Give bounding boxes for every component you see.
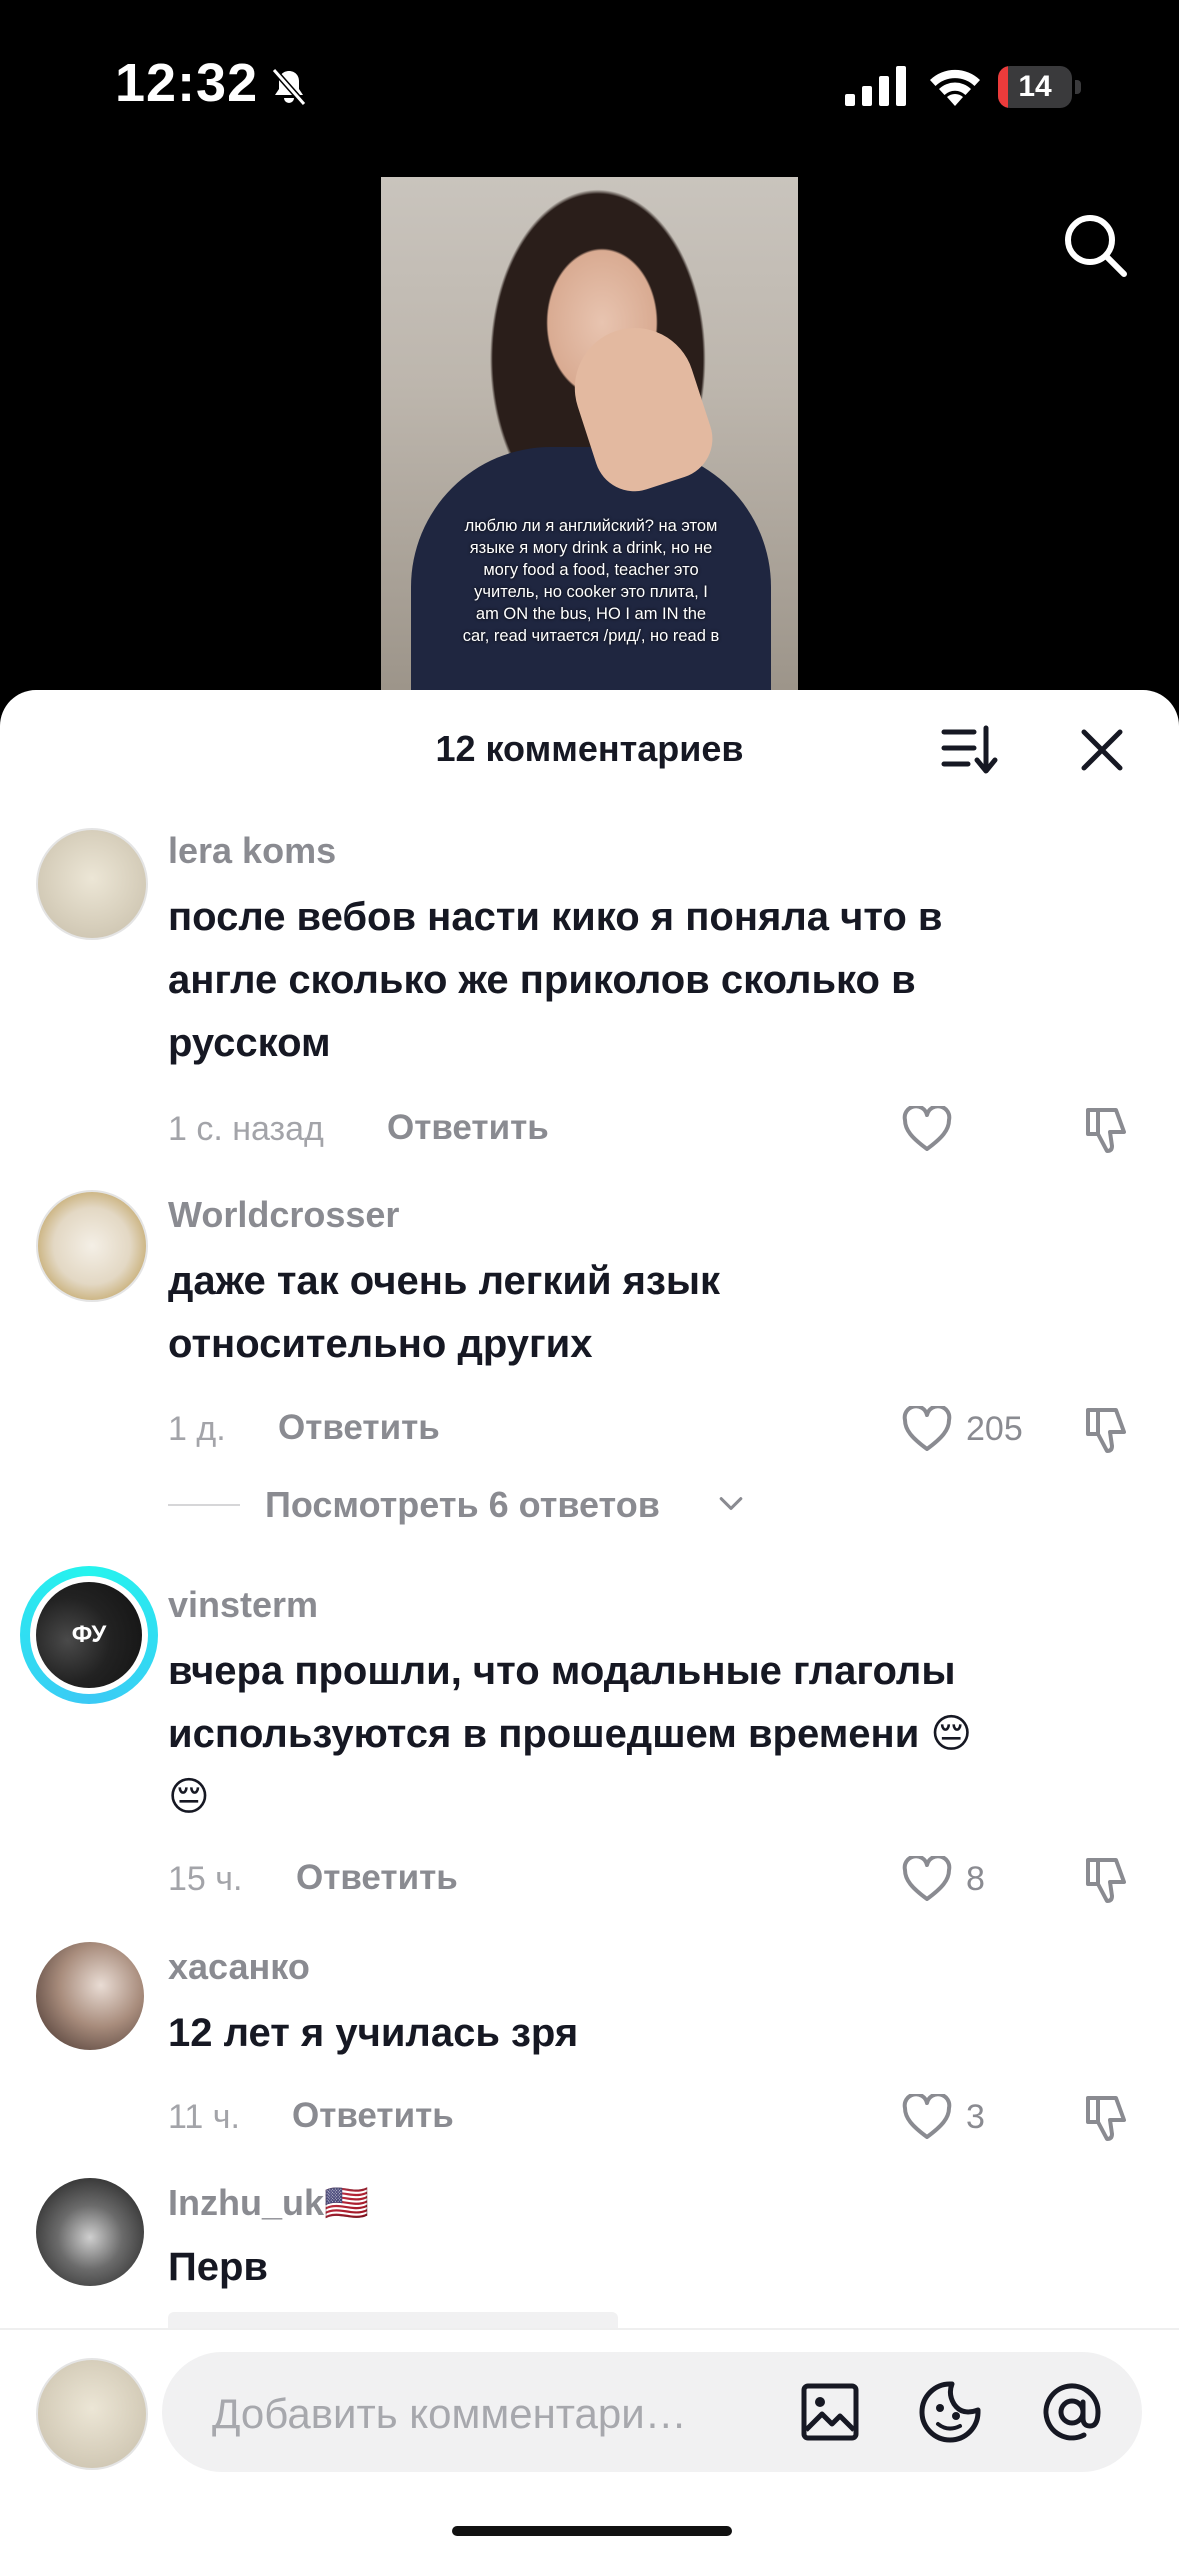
comment-username[interactable]: vinsterm [168,1584,318,1626]
reply-button[interactable]: Ответить [292,2096,454,2136]
bottom-divider [0,2328,1179,2330]
sort-icon[interactable] [940,724,998,776]
dislike-icon[interactable] [1082,1404,1132,1454]
comment-input-placeholder[interactable]: Добавить комментари… [212,2390,687,2438]
heart-icon[interactable] [902,1406,952,1452]
reply-button[interactable]: Ответить [296,1858,458,1898]
avatar-image: ФУ [36,1582,142,1688]
comment-text-line: англе сколько же приколов сколько в [168,958,916,1002]
reply-button[interactable]: Ответить [278,1408,440,1448]
heart-icon[interactable] [902,2094,952,2140]
video-caption: люблю ли я английский? на этом языке я м… [462,517,720,645]
search-icon[interactable] [1060,210,1130,280]
comment-username[interactable]: Inzhu_uk🇺🇸 [168,2182,369,2224]
close-icon[interactable] [1078,726,1126,774]
comment-username[interactable]: Worldcrosser [168,1194,399,1236]
comment-text-line: даже так очень легкий язык [168,1259,721,1303]
comment-timestamp: 11 ч. [168,2098,240,2136]
home-indicator [452,2526,732,2536]
heart-icon[interactable] [902,1106,952,1152]
comment-text-line: 12 лет я училась зря [168,2011,579,2055]
comment-text-line: русском [168,1021,331,1065]
image-icon[interactable] [800,2382,860,2442]
like-count: 3 [966,2098,985,2136]
dislike-icon[interactable] [1082,2092,1132,2142]
avatar[interactable] [36,1942,144,2050]
battery-icon: 14 [998,66,1082,108]
comment-text-line: 😔 [168,1775,210,1819]
avatar[interactable] [36,1190,148,1302]
avatar-label: ФУ [71,1621,107,1648]
avatar[interactable] [36,828,148,940]
dislike-icon[interactable] [1082,1104,1132,1154]
avatar[interactable] [36,2178,144,2286]
comment-timestamp: 1 с. назад [168,1110,324,1148]
battery-percent: 14 [1018,70,1052,103]
like-count: 8 [966,1860,985,1898]
heart-icon[interactable] [902,1856,952,1902]
comment-text-line: после вебов насти кико я поняла что в [168,895,943,939]
comment-username[interactable]: хасанко [168,1946,310,1988]
like-count: 205 [966,1410,1023,1448]
comment-timestamp: 15 ч. [168,1860,243,1898]
replies-divider [168,1504,240,1506]
wifi-icon [930,69,980,106]
dislike-icon[interactable] [1082,1854,1132,1904]
reply-button[interactable]: Ответить [387,1108,549,1148]
chevron-down-icon[interactable] [718,1496,744,1512]
comment-username[interactable]: lera koms [168,830,336,872]
mention-icon[interactable] [1040,2380,1104,2444]
my-avatar[interactable] [36,2358,148,2470]
comment-text-line: Перв [168,2245,269,2289]
emoji-icon[interactable] [918,2380,982,2444]
status-time: 12:32 [115,53,259,113]
comment-timestamp: 1 д. [168,1410,226,1448]
bell-muted-icon [271,68,307,106]
comment-text-line: вчера прошли, что модальные глаголы [168,1649,956,1693]
comment-text-line: относительно других [168,1322,593,1366]
comments-count-title: 12 комментариев [435,728,744,769]
cellular-signal-icon [845,66,906,106]
view-replies-button[interactable]: Посмотреть 6 ответов [265,1484,660,1526]
comment-text-line: используются в прошедшем времени 😔 [168,1712,973,1756]
video-thumbnail[interactable]: люблю ли я английский? на этом языке я м… [381,177,798,697]
